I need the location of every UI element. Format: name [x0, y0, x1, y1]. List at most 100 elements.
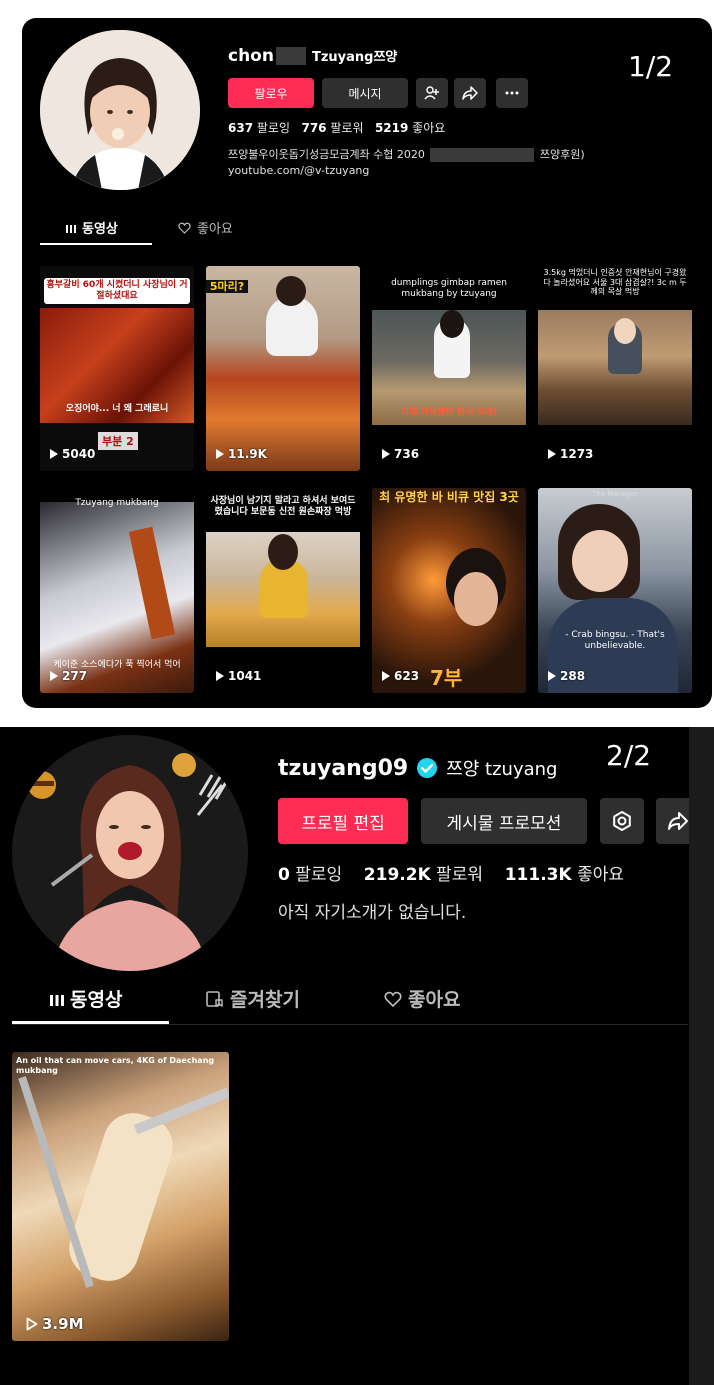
promote-post-button[interactable]: 게시물 프로모션: [421, 798, 587, 844]
bio-text-a: 쯔양불우이웃돕기성금모금계좌 수협 2020: [228, 148, 425, 161]
likes-label: 좋아요: [412, 121, 446, 135]
video-caption: The Manager: [592, 490, 638, 498]
video-caption: dumplings gimbap ramen mukbang by tzuyan…: [391, 278, 507, 299]
follow-button[interactable]: 팔로우: [228, 78, 314, 108]
settings-icon[interactable]: [600, 798, 644, 844]
share-icon[interactable]: [454, 78, 486, 108]
tab-videos[interactable]: 동영상: [50, 985, 122, 1012]
edit-profile-button[interactable]: 프로필 편집: [278, 798, 408, 844]
tab-videos-label: 동영상: [70, 989, 123, 1011]
video-thumbnail[interactable]: dumplings gimbap ramen mukbang by tzuyan…: [372, 266, 526, 471]
person-head: [614, 318, 636, 344]
avatar[interactable]: [12, 735, 248, 971]
video-caption: 5마리?: [206, 280, 248, 294]
following-count: 637: [228, 121, 254, 135]
view-count: 277: [50, 669, 87, 683]
redacted-block: [275, 47, 306, 65]
page-counter: 1/2: [628, 50, 674, 83]
play-icon: [26, 1317, 38, 1331]
video-thumbnail[interactable]: 5마리? 11.9K: [206, 266, 360, 471]
play-icon: [216, 449, 224, 459]
video-thumbnail[interactable]: 최 유명한 바 비큐 맛집 3곳 7부 623: [372, 488, 526, 693]
tab-likes-label: 좋아요: [408, 989, 461, 1011]
following-label: 팔로잉: [295, 865, 343, 885]
video-thumbnail[interactable]: 사장님이 남기지 말라고 하셔서 보여드렸습니다 보문동 신전 원손짜장 먹방 …: [206, 488, 360, 693]
bookmark-icon: [206, 990, 223, 1007]
grid-icon: [50, 994, 64, 1006]
video-subtitle: - Crab bingsu. - That's unbelievable.: [565, 630, 665, 651]
profile-screenshot-1: 1/2 chon Tzuyang쯔양 팔로우 메시지 637 팔로잉 776 팔로…: [22, 18, 712, 708]
likes-count: 5219: [374, 121, 409, 135]
redacted-block: [430, 148, 535, 162]
stats-row: 0 팔로잉 219.2K 팔로워 111.3K 좋아요: [278, 860, 624, 885]
bio-text-b: 쯔양후원): [539, 148, 585, 161]
play-icon: [548, 671, 556, 681]
play-icon: [548, 449, 556, 459]
followers-label: 팔로워: [436, 865, 484, 885]
tab-videos[interactable]: 동영상: [66, 218, 118, 237]
tab-videos-label: 동영상: [82, 222, 118, 237]
view-count: 1041: [216, 669, 261, 683]
person-face: [572, 530, 628, 592]
bio-link[interactable]: youtube.com/@v-tzuyang: [228, 164, 369, 177]
grid-icon: [66, 224, 76, 233]
add-friend-icon[interactable]: [416, 78, 448, 108]
display-name: Tzuyang쯔양: [311, 50, 398, 65]
tab-likes[interactable]: 좋아요: [178, 218, 233, 237]
video-subtitle: 기대 가득했던 한식 차례!: [400, 408, 498, 418]
person-head: [276, 276, 306, 306]
bio: 아직 자기소개가 없습니다.: [278, 903, 467, 923]
bio-line-1: 쯔양불우이웃돕기성금모금계좌 수협 2020 쯔양후원): [228, 146, 585, 162]
play-icon: [50, 449, 58, 459]
video-subtitle: 7부: [430, 666, 463, 690]
play-icon: [50, 671, 58, 681]
video-thumbnail[interactable]: 3.5kg 먹었더니 인증샷 안재현님이 구경왔다 놀라셨어요 서울 3대 삼겹…: [538, 266, 692, 471]
stats-row: 637 팔로잉 776 팔로워 5219 좋아요: [228, 119, 445, 136]
following-count: 0: [278, 865, 290, 885]
video-caption: 흥부갈비 60개 시켰더니 사장님이 거절하셨대요: [44, 278, 190, 304]
heart-icon: [384, 991, 402, 1007]
more-icon[interactable]: [496, 78, 528, 108]
view-count: 3.9M: [26, 1315, 84, 1333]
view-count: 288: [548, 669, 585, 683]
video-badge: 부분 2: [98, 432, 138, 450]
following-label: 팔로잉: [256, 121, 291, 135]
person-head: [268, 534, 298, 570]
username: chon: [228, 46, 274, 66]
followers-count: 219.2K: [363, 865, 431, 885]
display-name: 쯔양 tzuyang: [446, 759, 558, 780]
message-button[interactable]: 메시지: [322, 78, 408, 108]
person-head: [440, 310, 464, 338]
tab-likes[interactable]: 좋아요: [384, 985, 460, 1012]
followers-label: 팔로워: [330, 121, 364, 135]
likes-count: 111.3K: [504, 865, 572, 885]
video-thumbnail[interactable]: An oil that can move cars, 4KG of Daecha…: [12, 1052, 229, 1341]
tab-divider: [12, 1024, 688, 1025]
video-caption: 3.5kg 먹었더니 인증샷 안재현님이 구경왔다 놀라셨어요 서울 3대 삼겹…: [543, 268, 687, 297]
username: tzuyang09: [278, 755, 409, 781]
profile-screenshot-2: 2/2 tzuyang09 쯔양 tzuyang 프로필 편집 게시물 프로모션: [0, 727, 714, 1385]
avatar[interactable]: [40, 30, 200, 190]
username-row: chon Tzuyang쯔양: [228, 46, 397, 66]
video-thumbnail[interactable]: Tzuyang mukbang 케이준 소스에다가 푹 찍어서 먹어 277: [40, 488, 194, 693]
play-icon: [216, 671, 224, 681]
play-icon: [382, 449, 390, 459]
view-count: 1273: [548, 447, 593, 461]
heart-icon: [178, 222, 191, 234]
likes-label: 좋아요: [577, 865, 624, 885]
tab-indicator: [40, 243, 152, 245]
followers-count: 776: [301, 121, 327, 135]
tab-likes-label: 좋아요: [197, 222, 233, 237]
view-count: 736: [382, 447, 419, 461]
scroll-edge: [689, 727, 714, 1385]
video-caption: An oil that can move cars, 4KG of Daecha…: [16, 1056, 215, 1075]
video-thumbnail[interactable]: 흥부갈비 60개 시켰더니 사장님이 거절하셨대요 오징어야... 너 왜 그래…: [40, 266, 194, 471]
video-caption: 최 유명한 바 비큐 맛집 3곳: [379, 490, 519, 504]
verified-badge-icon: [417, 758, 438, 778]
username-row: tzuyang09 쯔양 tzuyang: [278, 755, 557, 781]
page-counter: 2/2: [606, 739, 652, 772]
video-caption: 사장님이 남기지 말라고 하셔서 보여드렸습니다 보문동 신전 원손짜장 먹방: [210, 496, 356, 517]
video-thumbnail[interactable]: The Manager - Crab bingsu. - That's unbe…: [538, 488, 692, 693]
video-caption: Tzuyang mukbang: [75, 498, 159, 508]
tab-favorites[interactable]: 즐겨찾기: [206, 985, 300, 1012]
